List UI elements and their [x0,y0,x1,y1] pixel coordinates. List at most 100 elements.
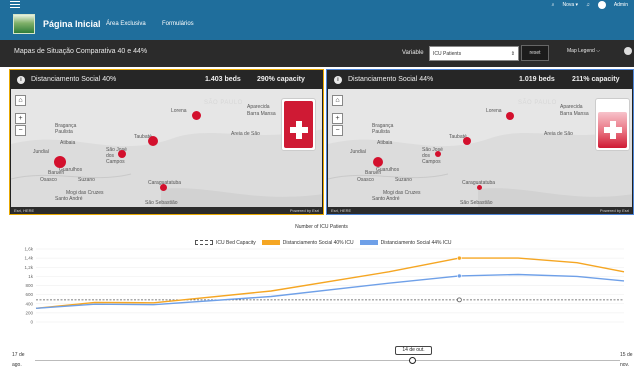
map-place-label: Atibaia [377,140,393,146]
panel-header: i Distanciamento Social 44% 1.019 beds 2… [327,70,633,89]
medical-cross-icon [290,121,308,139]
powered-by-esri[interactable]: Powered by Esri [600,208,629,213]
hospital-marker[interactable] [118,150,126,158]
map-place-label: Aparecida [560,104,583,110]
hospital-marker[interactable] [373,157,383,167]
map-place-label: Bragança Paulista [55,123,77,135]
page-title: Mapas de Situação Comparativa 40 e 44% [14,48,148,55]
notification-bell-icon[interactable]: ♫ [586,2,590,8]
map-place-label: São Sebastião [145,200,178,206]
hospital-marker[interactable] [463,137,471,145]
map-attribution: Esri, HERE Powered by Esri [328,207,632,214]
scroll-current-date: 14 de out. [395,346,432,355]
info-icon[interactable]: i [17,76,25,84]
y-tick-label: 1,4k [24,256,33,261]
date-scrollbar-track[interactable] [35,360,620,361]
attribution-source: Esri, HERE [331,208,352,213]
data-point-44 [457,273,462,279]
search-icon[interactable]: ⌕ [552,2,555,8]
y-tick-label: 600 [25,292,33,297]
map-place-label: Guarulhos [59,167,83,173]
nav-right-group: ⌕ Nova ▾ ♫ Admin [552,0,634,10]
user-avatar[interactable] [597,1,606,9]
zoom-out-button[interactable]: − [15,125,26,136]
zoom-out-button[interactable]: − [332,125,343,136]
map-place-label: Areia de São [544,131,573,137]
panel-beds-count: 1.019 beds [519,76,555,83]
variable-label: Variable [402,50,424,56]
zoom-in-button[interactable]: + [15,113,26,124]
map-place-label: Jundiaí [350,149,367,155]
hospital-marker[interactable] [435,151,441,157]
map-region-label: SÃO PAULO [204,100,243,106]
comparison-toolbar: Mapas de Situação Comparativa 40 e 44% V… [0,40,634,67]
hospital-marker[interactable] [148,136,158,146]
y-tick-label: 400 [25,301,33,306]
map-place-label: Guarulhos [376,167,400,173]
y-tick-label: 1,2k [24,265,33,270]
hamburger-menu-icon[interactable] [10,1,20,9]
chart-plot: 1,6k 1,4k 1,2k 1k 800 600 400 200 0 [24,247,625,325]
map-place-label: Suzano [395,177,412,183]
nav-link-forms[interactable]: Formulários [162,21,194,27]
panel-capacity: 211% capacity [572,76,620,83]
scroll-start-date: 17 de ago. [12,352,25,368]
icu-patients-chart: Number of ICU Patients ICU Bed Capacity … [9,222,634,382]
panel-header: i Distanciamento Social 40% 1.403 beds 2… [10,70,323,89]
map-place-label: Santo André [372,196,400,202]
hospital-marker[interactable] [506,112,514,120]
variable-select[interactable]: ICU Patients ⇕ [429,46,519,61]
y-tick-label: 800 [25,283,33,288]
app-page: Página Inicial Área Exclusiva Formulário… [0,0,634,385]
data-point-40 [457,255,462,261]
map-legend-toggle[interactable]: Map Legend ⌵ [567,48,600,54]
map-place-label: São Sebastião [460,200,493,206]
map-place-label: Osasco [357,177,374,183]
info-icon[interactable]: i [334,76,342,84]
y-tick-label: 1,6k [24,247,33,252]
nav-home-link[interactable]: Página Inicial [43,19,101,29]
map-place-label: Santo André [55,196,83,202]
language-menu[interactable]: Nova ▾ [562,2,578,8]
y-tick-label: 1k [28,274,34,279]
user-name[interactable]: Admin [614,2,628,8]
map-view[interactable]: ⌂ + − Lorena Aparecida Barra Mansa SÃO P… [328,89,632,214]
map-place-label: Osasco [40,177,57,183]
series-line-40 [35,257,625,309]
capacity-gauge [595,98,630,151]
hospital-marker[interactable] [160,184,167,191]
y-tick-label: 0 [30,320,33,325]
hospital-marker[interactable] [477,185,482,190]
y-tick-label: 200 [25,310,33,315]
panel-beds-count: 1.403 beds [205,76,241,83]
hospital-marker[interactable] [192,111,201,120]
select-caret-icon: ⇕ [510,51,515,57]
home-icon[interactable]: ⌂ [332,95,343,106]
map-attribution: Esri, HERE Powered by Esri [11,207,322,214]
app-logo[interactable] [13,14,35,34]
scroll-end-date: 15 de nov. [620,352,633,368]
zoom-in-button[interactable]: + [332,113,343,124]
attribution-source: Esri, HERE [14,208,35,213]
map-region-label: SÃO PAULO [518,100,557,106]
powered-by-esri[interactable]: Powered by Esri [290,208,319,213]
panel-scenario-name: Distanciamento Social 44% [348,76,434,83]
map-place-label: Bragança Paulista [372,123,394,135]
nav-link-exclusive-area[interactable]: Área Exclusiva [106,21,146,27]
map-place-label: Lorena [171,108,187,114]
capacity-gauge [281,98,316,151]
top-navigation-bar: Página Inicial Área Exclusiva Formulário… [0,0,634,40]
scenario-panel-44: i Distanciamento Social 44% 1.019 beds 2… [326,69,634,215]
hospital-marker[interactable] [54,156,66,168]
map-place-label: Atibaia [60,140,76,146]
map-view[interactable]: ⌂ + − Lorena Aparecida Barra Mansa SÃO P… [11,89,322,214]
info-icon[interactable] [624,47,632,55]
variable-select-value: ICU Patients [433,51,462,57]
date-scroll-handle[interactable] [409,357,416,364]
medical-cross-icon [604,121,622,139]
panel-capacity: 290% capacity [257,76,305,83]
map-place-label: Jundiaí [33,149,50,155]
map-place-label: Aparecida [247,104,270,110]
home-icon[interactable]: ⌂ [15,95,26,106]
reset-button[interactable]: reset [521,45,549,61]
